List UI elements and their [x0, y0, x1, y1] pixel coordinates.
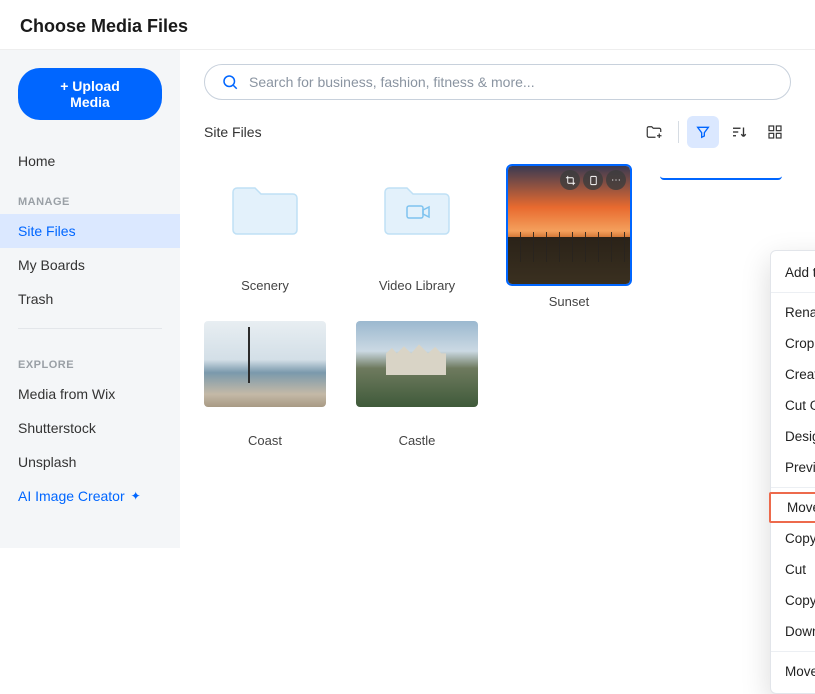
sidebar-item-unsplash[interactable]: Unsplash — [0, 445, 180, 479]
filter-icon[interactable] — [687, 116, 719, 148]
menu-separator — [771, 487, 815, 488]
sidebar-item-shutterstock[interactable]: Shutterstock — [0, 411, 180, 445]
divider — [18, 328, 162, 329]
sidebar-item-media-from-wix[interactable]: Media from Wix — [0, 377, 180, 411]
sparkle-icon: ✦ — [131, 489, 141, 503]
sidebar-item-ai-image-creator[interactable]: AI Image Creator ✦ — [0, 479, 180, 513]
folder-scenery[interactable]: Scenery — [204, 166, 326, 309]
menu-rename[interactable]: Rename — [771, 297, 815, 328]
sidebar: + Upload Media Home MANAGE Site Files My… — [0, 50, 180, 548]
more-icon[interactable]: ⋯ — [606, 170, 626, 190]
thumb-actions: ⋯ — [560, 170, 626, 190]
menu-cut-out-background[interactable]: Cut Out Background — [771, 390, 815, 421]
media-grid: Scenery Video Library ⋯ Sunset — [204, 166, 791, 448]
header: Choose Media Files — [0, 0, 815, 50]
image-coast[interactable]: Coast — [204, 321, 326, 448]
folder-video-library[interactable]: Video Library — [356, 166, 478, 309]
sort-icon[interactable] — [723, 116, 755, 148]
context-menu: Add to Board › Rename Crop & Edit Create… — [770, 250, 815, 694]
menu-separator — [771, 651, 815, 652]
search-bar[interactable] — [204, 64, 791, 100]
sidebar-section-explore: EXPLORE — [0, 341, 180, 377]
add-folder-icon[interactable] — [638, 116, 670, 148]
sidebar-section-manage: MANAGE — [0, 178, 180, 214]
content-area: Site Files — [180, 50, 815, 548]
menu-copy-url[interactable]: Copy URL — [771, 585, 815, 616]
menu-add-to-board[interactable]: Add to Board › — [771, 257, 815, 288]
item-label: Scenery — [204, 278, 326, 293]
sidebar-item-label: AI Image Creator — [18, 488, 125, 504]
menu-move-to-trash[interactable]: Move to Trash — [771, 656, 815, 687]
item-label: Castle — [356, 433, 478, 448]
item-label: Sunset — [508, 294, 630, 309]
crop-icon[interactable] — [560, 170, 580, 190]
image-castle[interactable]: Castle — [356, 321, 478, 448]
item-label: Coast — [204, 433, 326, 448]
page-title: Choose Media Files — [20, 16, 795, 37]
item-label: Video Library — [356, 278, 478, 293]
toolbar: Site Files — [204, 116, 791, 148]
search-input[interactable] — [249, 74, 774, 90]
menu-copy[interactable]: Copy Ctrl+C — [771, 523, 815, 554]
menu-adobe-express[interactable]: Design with Adobe Express — [771, 421, 815, 452]
menu-crop-edit[interactable]: Crop & Edit — [771, 328, 815, 359]
sidebar-item-home[interactable]: Home — [0, 144, 180, 178]
toolbar-separator — [678, 121, 679, 143]
breadcrumb: Site Files — [204, 124, 262, 140]
menu-download[interactable]: Download — [771, 616, 815, 647]
search-icon — [221, 73, 239, 91]
image-placeholder[interactable] — [660, 166, 782, 309]
grid-view-icon[interactable] — [759, 116, 791, 148]
sidebar-item-site-files[interactable]: Site Files — [0, 214, 180, 248]
menu-separator — [771, 292, 815, 293]
sidebar-item-my-boards[interactable]: My Boards — [0, 248, 180, 282]
menu-preview[interactable]: Preview Space — [771, 452, 815, 483]
menu-cut[interactable]: Cut Ctrl+X — [771, 554, 815, 585]
menu-create-video[interactable]: Create a Video — [771, 359, 815, 390]
image-sunset[interactable]: ⋯ Sunset — [508, 166, 630, 309]
menu-move-to[interactable]: Move to... — [769, 492, 815, 523]
preview-icon[interactable] — [583, 170, 603, 190]
sidebar-item-trash[interactable]: Trash — [0, 282, 180, 316]
upload-media-button[interactable]: + Upload Media — [18, 68, 162, 120]
